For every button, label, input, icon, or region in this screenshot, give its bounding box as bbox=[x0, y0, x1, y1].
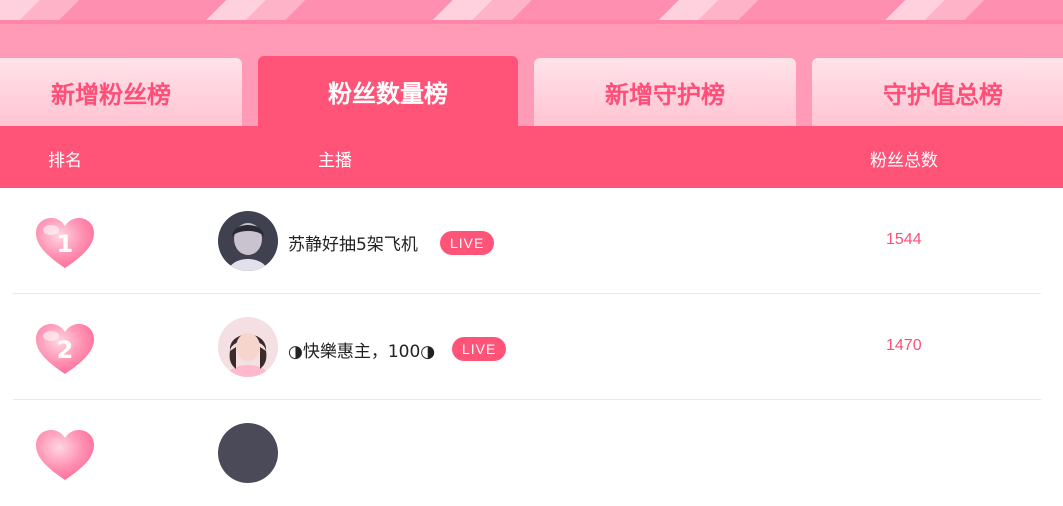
live-badge[interactable]: LIVE bbox=[452, 337, 507, 361]
host-name[interactable]: 苏静好抽5架飞机 bbox=[288, 230, 418, 255]
header-fans: 粉丝总数 bbox=[870, 151, 938, 171]
table-row[interactable]: 2 ◑快樂惠主，100◑ LIVE 1470 bbox=[0, 294, 1063, 400]
top-banner bbox=[0, 0, 1063, 56]
avatar[interactable] bbox=[218, 317, 278, 377]
avatar[interactable] bbox=[218, 211, 278, 271]
table-row[interactable] bbox=[0, 400, 1063, 506]
rank-number: 1 bbox=[57, 230, 74, 258]
tab-label: 守护值总榜 bbox=[883, 80, 1003, 109]
tab-new-guardians[interactable]: 新增守护榜 bbox=[534, 58, 796, 126]
tab-label: 新增粉丝榜 bbox=[51, 80, 171, 109]
tab-guardian-total[interactable]: 守护值总榜 bbox=[812, 58, 1063, 126]
rank-heart-icon: 1 bbox=[34, 216, 96, 270]
host-name[interactable]: ◑快樂惠主，100◑ bbox=[288, 337, 435, 362]
banner-line bbox=[0, 20, 1063, 24]
rank-heart-icon bbox=[34, 428, 96, 482]
fan-count: 1470 bbox=[886, 337, 922, 354]
header-rank: 排名 bbox=[48, 151, 82, 171]
rank-heart-icon: 2 bbox=[34, 322, 96, 376]
rank-number: 2 bbox=[57, 336, 74, 364]
tab-label: 粉丝数量榜 bbox=[328, 79, 448, 108]
avatar[interactable] bbox=[218, 423, 278, 483]
header-host: 主播 bbox=[318, 151, 352, 171]
tab-fan-count[interactable]: 粉丝数量榜 bbox=[258, 56, 518, 126]
table-header: 排名 主播 粉丝总数 bbox=[0, 126, 1063, 188]
live-badge[interactable]: LIVE bbox=[440, 231, 495, 255]
banner-stripes bbox=[0, 0, 1063, 20]
tab-label: 新增守护榜 bbox=[605, 80, 725, 109]
fan-count: 1544 bbox=[886, 231, 922, 248]
tab-bar: 新增粉丝榜 粉丝数量榜 新增守护榜 守护值总榜 bbox=[0, 56, 1063, 126]
table-row[interactable]: 1 苏静好抽5架飞机 LIVE 1544 bbox=[0, 188, 1063, 294]
tab-new-fans[interactable]: 新增粉丝榜 bbox=[0, 58, 242, 126]
